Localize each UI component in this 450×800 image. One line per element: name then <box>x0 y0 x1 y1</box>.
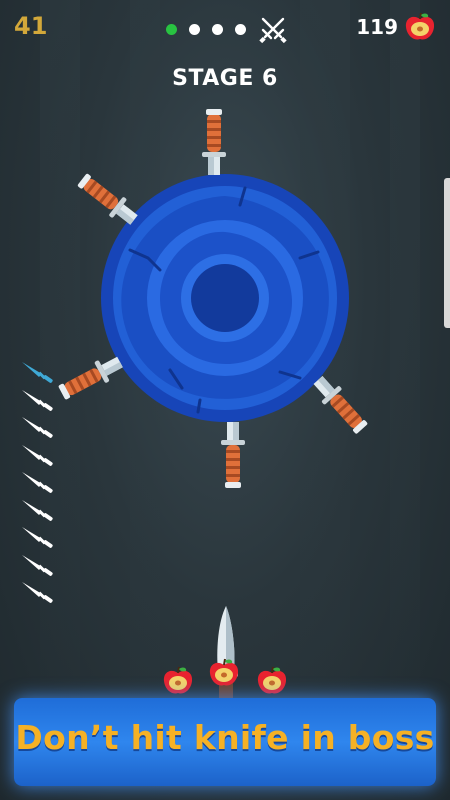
stuck-knife <box>202 109 226 175</box>
stuck-knife <box>309 371 372 438</box>
knife-icon <box>22 554 53 576</box>
stuck-knife <box>56 351 126 404</box>
stuck-knife <box>221 422 245 488</box>
knife-icon <box>22 472 53 493</box>
knife-icon <box>22 582 53 603</box>
apple-icon <box>163 666 193 694</box>
game-field[interactable] <box>0 0 450 800</box>
apple-icon <box>257 666 287 694</box>
knife-icon-active <box>22 362 53 383</box>
knife-icon <box>22 444 53 466</box>
knife-icon <box>22 417 53 438</box>
throwing-knife[interactable] <box>214 606 238 707</box>
knife-icon <box>22 389 53 411</box>
hint-banner-text: Don’t hit knife in boss <box>15 718 435 757</box>
target-boss <box>101 174 349 422</box>
knife-icon <box>22 527 53 548</box>
knives-remaining <box>20 360 60 608</box>
stuck-knife <box>74 169 142 230</box>
knife-icon <box>22 499 53 521</box>
